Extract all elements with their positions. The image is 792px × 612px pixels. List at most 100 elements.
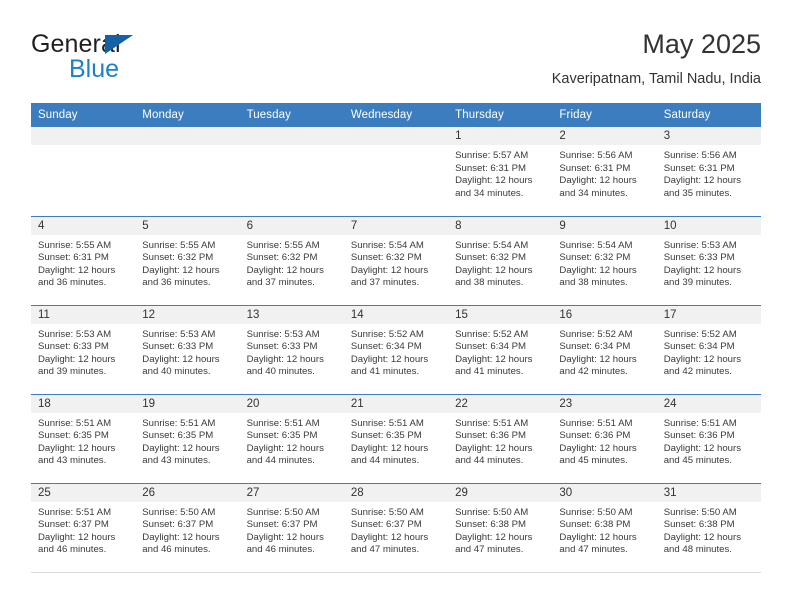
sunset-text: Sunset: 6:35 PM xyxy=(38,430,109,442)
daylight-text: Daylight: 12 hours and 37 minutes. xyxy=(246,264,324,289)
calendar-bottom-rule-cell xyxy=(343,571,449,573)
daylight-text: Daylight: 12 hours and 47 minutes. xyxy=(455,531,533,556)
daylight-text: Daylight: 12 hours and 41 minutes. xyxy=(455,353,533,378)
calendar-day-cell[interactable]: 2 Sunrise: 5:56 AM Sunset: 6:31 PM Daylight… xyxy=(552,127,657,216)
calendar-day-cell[interactable]: 13 Sunrise: 5:53 AM Sunset: 6:33 PM Dayligh… xyxy=(239,304,344,394)
daylight-text: Daylight: 12 hours and 35 minutes. xyxy=(663,175,742,199)
daylight-text: Daylight: 12 hours and 44 minutes. xyxy=(350,442,429,467)
calendar-day-cell[interactable]: 1 Sunrise: 5:57 AM Sunset: 6:31 PM Daylight… xyxy=(448,127,553,216)
calendar-bottom-rule-cell xyxy=(135,571,240,573)
triangle-icon xyxy=(105,35,133,54)
day-number: 5 xyxy=(135,216,240,235)
calendar-day-cell[interactable]: 7 Sunrise: 5:54 AM Sunset: 6:32 PM Daylight… xyxy=(343,215,449,305)
calendar-day-cell[interactable]: 30 Sunrise: 5:50 AM Sunset: 6:38 PM Dayligh… xyxy=(552,482,657,572)
calendar-day-cell[interactable]: 24 Sunrise: 5:51 AM Sunset: 6:36 PM Dayligh… xyxy=(656,393,761,483)
calendar-day-cell[interactable]: 20 Sunrise: 5:51 AM Sunset: 6:35 PM Dayligh… xyxy=(239,393,344,483)
daylight-text: Daylight: 12 hours and 36 minutes. xyxy=(38,264,116,289)
calendar-day-cell[interactable]: 18 Sunrise: 5:51 AM Sunset: 6:35 PM Dayligh… xyxy=(31,393,136,483)
calendar-day-cell[interactable]: 16 Sunrise: 5:52 AM Sunset: 6:34 PM Dayligh… xyxy=(552,304,657,394)
calendar-day-cell[interactable]: 15 Sunrise: 5:52 AM Sunset: 6:34 PM Dayligh… xyxy=(448,304,553,394)
sunrise-text: Sunrise: 5:50 AM xyxy=(663,506,737,518)
day-number: 2 xyxy=(552,127,657,145)
weekday-header-sunday: Sunday xyxy=(31,103,136,127)
calendar-day-cell[interactable]: 6 Sunrise: 5:55 AM Sunset: 6:32 PM Daylight… xyxy=(239,215,344,305)
day-details: Sunrise: 5:51 AM Sunset: 6:35 PM Daylight:… xyxy=(240,413,344,468)
daylight-text: Daylight: 12 hours and 44 minutes. xyxy=(246,442,324,467)
day-number: 13 xyxy=(239,305,344,324)
daylight-text: Daylight: 12 hours and 46 minutes. xyxy=(246,531,324,556)
daylight-text: Daylight: 12 hours and 41 minutes. xyxy=(350,353,429,378)
day-number: 19 xyxy=(135,394,240,413)
day-details: Sunrise: 5:51 AM Sunset: 6:36 PM Daylight:… xyxy=(552,413,656,468)
sunrise-text: Sunrise: 5:50 AM xyxy=(246,506,320,518)
calendar-day-cell[interactable]: 11 Sunrise: 5:53 AM Sunset: 6:33 PM Dayligh… xyxy=(31,304,136,394)
calendar-day-cell[interactable]: 5 Sunrise: 5:55 AM Sunset: 6:32 PM Daylight… xyxy=(135,215,240,305)
day-number: 21 xyxy=(343,394,449,413)
calendar-cell-empty xyxy=(135,127,240,216)
sunset-text: Sunset: 6:37 PM xyxy=(142,519,214,531)
day-number: 29 xyxy=(448,483,553,502)
calendar-day-cell[interactable]: 26 Sunrise: 5:50 AM Sunset: 6:37 PM Dayligh… xyxy=(135,482,240,572)
calendar-week-row: 4 Sunrise: 5:55 AM Sunset: 6:31 PM Daylight… xyxy=(31,215,761,305)
sunset-text: Sunset: 6:36 PM xyxy=(559,430,631,442)
day-details: Sunrise: 5:57 AM Sunset: 6:31 PM Daylight:… xyxy=(448,145,552,200)
weekday-header-tuesday: Tuesday xyxy=(239,103,344,127)
day-details: Sunrise: 5:51 AM Sunset: 6:36 PM Daylight:… xyxy=(448,413,552,468)
daylight-text: Daylight: 12 hours and 36 minutes. xyxy=(142,264,220,289)
calendar-day-cell[interactable]: 28 Sunrise: 5:50 AM Sunset: 6:37 PM Dayligh… xyxy=(343,482,449,572)
day-number xyxy=(343,127,449,145)
calendar-day-cell[interactable]: 12 Sunrise: 5:53 AM Sunset: 6:33 PM Dayligh… xyxy=(135,304,240,394)
calendar-day-cell[interactable]: 22 Sunrise: 5:51 AM Sunset: 6:36 PM Dayligh… xyxy=(448,393,553,483)
calendar-day-cell[interactable]: 10 Sunrise: 5:53 AM Sunset: 6:33 PM Dayligh… xyxy=(656,215,761,305)
calendar-day-cell[interactable]: 8 Sunrise: 5:54 AM Sunset: 6:32 PM Daylight… xyxy=(448,215,553,305)
calendar-day-cell[interactable]: 31 Sunrise: 5:50 AM Sunset: 6:38 PM Dayligh… xyxy=(656,482,761,572)
page-subtitle: Kaveripatnam, Tamil Nadu, India xyxy=(551,71,761,87)
sunset-text: Sunset: 6:38 PM xyxy=(663,519,735,531)
calendar-day-cell[interactable]: 17 Sunrise: 5:52 AM Sunset: 6:34 PM Dayligh… xyxy=(656,304,761,394)
sunset-text: Sunset: 6:37 PM xyxy=(350,519,422,531)
sunset-text: Sunset: 6:31 PM xyxy=(559,162,631,174)
calendar-week-row: 11 Sunrise: 5:53 AM Sunset: 6:33 PM Dayligh… xyxy=(31,304,761,394)
calendar-cell-empty xyxy=(343,127,449,216)
sunrise-text: Sunrise: 5:54 AM xyxy=(455,239,529,251)
calendar-day-cell[interactable]: 29 Sunrise: 5:50 AM Sunset: 6:38 PM Dayligh… xyxy=(448,482,553,572)
day-number: 6 xyxy=(239,216,344,235)
day-number xyxy=(31,127,136,145)
day-details: Sunrise: 5:54 AM Sunset: 6:32 PM Daylight:… xyxy=(552,235,656,290)
sunset-text: Sunset: 6:35 PM xyxy=(142,430,214,442)
calendar-day-cell[interactable]: 14 Sunrise: 5:52 AM Sunset: 6:34 PM Dayligh… xyxy=(343,304,449,394)
calendar-header-row: Sunday Monday Tuesday Wednesday Thursday… xyxy=(31,103,761,127)
day-number: 12 xyxy=(135,305,240,324)
day-number: 9 xyxy=(552,216,657,235)
calendar-day-cell[interactable]: 3 Sunrise: 5:56 AM Sunset: 6:31 PM Daylight… xyxy=(656,127,761,216)
sunrise-text: Sunrise: 5:51 AM xyxy=(38,506,112,518)
day-details: Sunrise: 5:53 AM Sunset: 6:33 PM Daylight:… xyxy=(240,324,344,379)
calendar-cell-empty xyxy=(239,127,344,216)
day-details: Sunrise: 5:53 AM Sunset: 6:33 PM Daylight:… xyxy=(31,324,135,379)
calendar-day-cell[interactable]: 27 Sunrise: 5:50 AM Sunset: 6:37 PM Dayligh… xyxy=(239,482,344,572)
calendar-day-cell[interactable]: 25 Sunrise: 5:51 AM Sunset: 6:37 PM Dayligh… xyxy=(31,482,136,572)
sunrise-text: Sunrise: 5:51 AM xyxy=(559,417,633,429)
sunrise-text: Sunrise: 5:51 AM xyxy=(246,417,320,429)
sunset-text: Sunset: 6:33 PM xyxy=(246,341,318,353)
calendar-bottom-rule xyxy=(31,571,761,573)
calendar-day-cell[interactable]: 21 Sunrise: 5:51 AM Sunset: 6:35 PM Dayligh… xyxy=(343,393,449,483)
calendar-day-cell[interactable]: 19 Sunrise: 5:51 AM Sunset: 6:35 PM Dayligh… xyxy=(135,393,240,483)
sunrise-text: Sunrise: 5:51 AM xyxy=(142,417,216,429)
day-number xyxy=(239,127,344,145)
sunrise-text: Sunrise: 5:55 AM xyxy=(246,239,320,251)
sunrise-text: Sunrise: 5:50 AM xyxy=(142,506,216,518)
sunrise-text: Sunrise: 5:56 AM xyxy=(663,150,737,161)
sunset-text: Sunset: 6:33 PM xyxy=(142,341,214,353)
calendar-day-cell[interactable]: 23 Sunrise: 5:51 AM Sunset: 6:36 PM Dayligh… xyxy=(552,393,657,483)
calendar-day-cell[interactable]: 4 Sunrise: 5:55 AM Sunset: 6:31 PM Daylight… xyxy=(31,215,136,305)
day-details: Sunrise: 5:50 AM Sunset: 6:37 PM Daylight:… xyxy=(344,502,448,557)
weekday-header-wednesday: Wednesday xyxy=(343,103,449,127)
day-number: 22 xyxy=(448,394,553,413)
day-details: Sunrise: 5:50 AM Sunset: 6:37 PM Daylight:… xyxy=(240,502,344,557)
sunrise-text: Sunrise: 5:53 AM xyxy=(663,239,737,251)
logo-text-blue: Blue xyxy=(69,55,120,83)
calendar-day-cell[interactable]: 9 Sunrise: 5:54 AM Sunset: 6:32 PM Daylight… xyxy=(552,215,657,305)
calendar-bottom-rule-cell xyxy=(552,571,657,573)
daylight-text: Daylight: 12 hours and 39 minutes. xyxy=(663,264,742,289)
